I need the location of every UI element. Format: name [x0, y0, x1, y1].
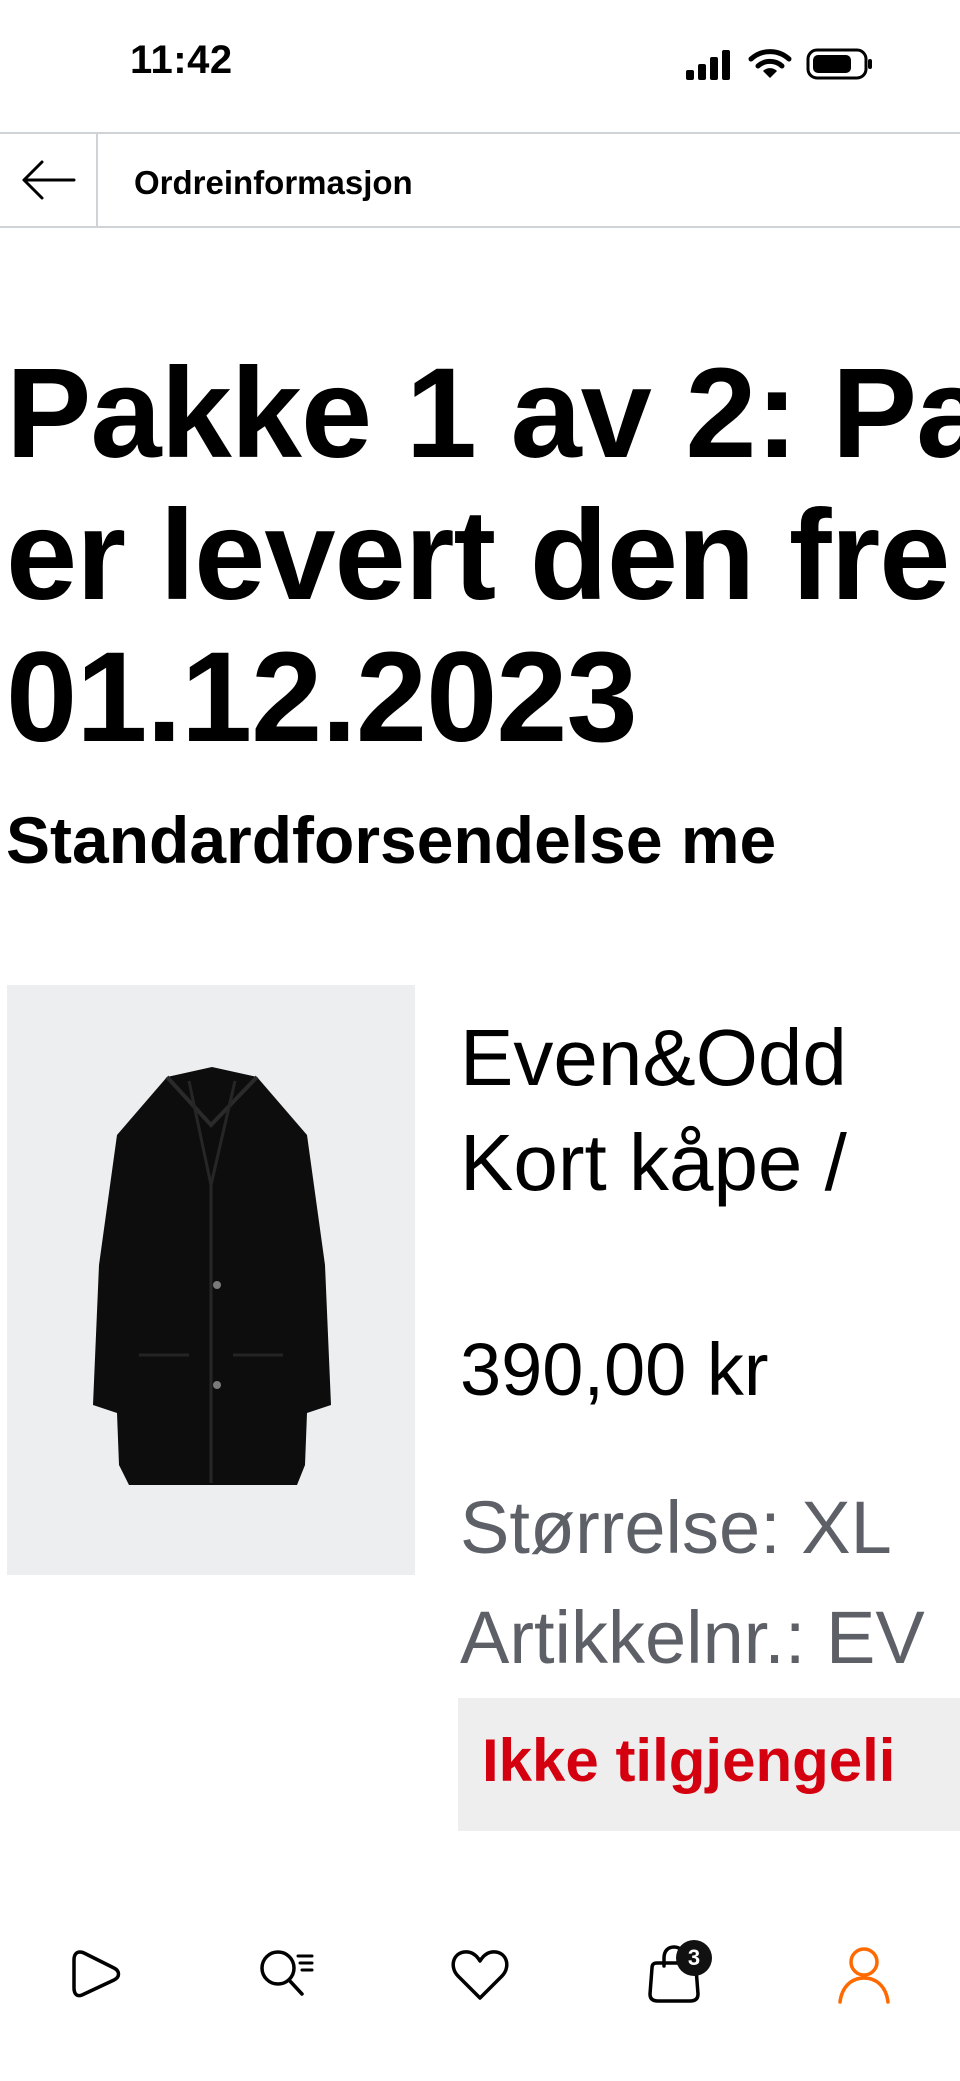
wifi-icon: [748, 49, 792, 78]
coat-image: [93, 1067, 331, 1485]
status-time: 11:42: [130, 38, 233, 82]
battery-icon: [806, 48, 872, 80]
package-heading: Pakke 1 av 2: Pa er levert den fre 01.12…: [6, 343, 960, 769]
home-play-icon: [72, 1950, 121, 1998]
back-button[interactable]: [0, 134, 98, 226]
status-bar: 11:42: [0, 0, 960, 132]
product-name[interactable]: Kort kåpe /: [460, 1113, 847, 1213]
package-heading-line-1: Pakke 1 av 2: Pa: [6, 342, 960, 485]
bottom-tab-bar: 3: [0, 1868, 960, 2081]
heart-icon: [451, 1950, 509, 2000]
product-size: Størrelse: XL: [460, 1486, 892, 1569]
product-brand: Even&Odd: [460, 1013, 847, 1102]
tab-home[interactable]: [46, 1924, 146, 2024]
product-image[interactable]: [7, 985, 415, 1575]
availability-text: Ikke tilgjengeli: [482, 1727, 896, 1794]
tab-profile[interactable]: [814, 1924, 914, 2024]
tab-search[interactable]: [236, 1924, 336, 2024]
tab-bag[interactable]: 3: [624, 1924, 724, 2024]
page-title: Ordreinformasjon: [134, 164, 413, 201]
product-price: 390,00 kr: [460, 1328, 769, 1411]
tab-wishlist[interactable]: [430, 1924, 530, 2024]
product-article-number: Artikkelnr.: EV: [460, 1596, 925, 1679]
availability-notice: Ikke tilgjengeli: [458, 1698, 960, 1831]
status-icons: [684, 44, 874, 84]
user-icon: [838, 1947, 890, 2004]
arrow-left-icon: [22, 160, 76, 200]
search-icon: [260, 1950, 314, 1996]
order-details: Pakke 1 av 2: Pa er levert den fre 01.12…: [0, 228, 960, 1868]
signal-icon: [686, 50, 730, 80]
package-heading-line-2: er levert den fre: [6, 484, 950, 627]
top-nav-bar: Ordreinformasjon: [0, 132, 960, 228]
shipping-method: Standardforsendelse me: [6, 803, 777, 877]
bag-count-badge: 3: [676, 1940, 712, 1976]
package-heading-line-3: 01.12.2023: [6, 626, 638, 769]
